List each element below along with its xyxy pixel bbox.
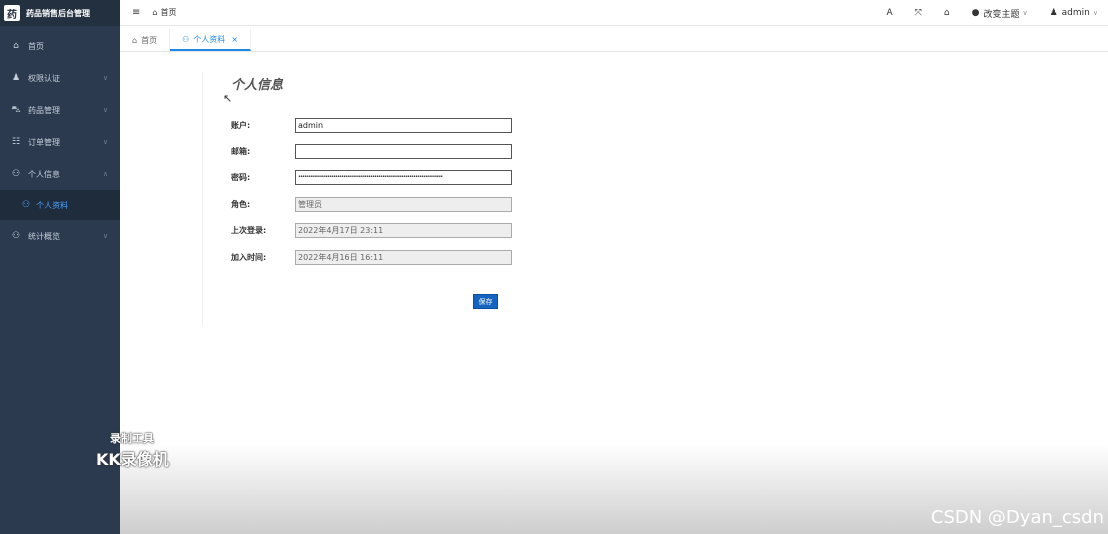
password-row: 密码: ••••••••••••••••••••••••••••••••••••… bbox=[231, 169, 531, 185]
sidebar-subitem-profile[interactable]: ⚇ 个人资料 bbox=[0, 190, 120, 220]
join-time-field: 2022年4月16日 16:11 bbox=[295, 249, 512, 265]
font-size-icon[interactable]: A bbox=[887, 8, 893, 18]
last-login-row: 上次登录: 2022年4月17日 23:11 bbox=[231, 222, 531, 238]
sidebar-item-label: 个人信息 bbox=[28, 169, 60, 179]
account-input[interactable]: admin bbox=[295, 117, 512, 133]
tab-home[interactable]: ⌂ 首页 bbox=[120, 29, 171, 51]
user-name: admin bbox=[1061, 8, 1090, 18]
recorder-watermark-line2: KK录像机 bbox=[96, 450, 169, 469]
users-icon: ⚇ bbox=[11, 169, 21, 179]
sidebar-item-personal[interactable]: ⚇ 个人信息 ∧ bbox=[0, 158, 120, 190]
sidebar-item-orders[interactable]: ☷ 订单管理 ∨ bbox=[0, 126, 120, 158]
password-input[interactable]: ••••••••••••••••••••••••••••••••••••••••… bbox=[295, 169, 512, 185]
tab-profile[interactable]: ⚇ 个人资料 × bbox=[170, 29, 251, 51]
menu-toggle-icon[interactable]: ≡ bbox=[132, 7, 140, 18]
sidebar-item-label: 订单管理 bbox=[28, 137, 60, 147]
logo-icon: 药 bbox=[4, 5, 20, 21]
chevron-down-icon: ∨ bbox=[102, 232, 108, 240]
join-time-row: 加入时间: 2022年4月16日 16:11 bbox=[231, 249, 531, 265]
logo: 药 药品销售后台管理 bbox=[0, 0, 120, 26]
theme-button[interactable]: ● 改变主题 ∨ bbox=[972, 7, 1028, 20]
user-icon: ♟ bbox=[1049, 8, 1058, 18]
page-title: 个人信息 bbox=[231, 78, 284, 93]
sidebar-item-label: 权限认证 bbox=[28, 73, 60, 83]
chevron-down-icon: ∨ bbox=[102, 74, 108, 82]
home-icon[interactable]: ⌂ bbox=[944, 8, 950, 18]
table-icon: ☷ bbox=[11, 137, 21, 147]
chevron-down-icon: ∨ bbox=[102, 138, 108, 146]
last-login-field: 2022年4月17日 23:11 bbox=[295, 222, 512, 238]
tab-label: 个人资料 bbox=[193, 34, 226, 44]
last-login-label: 上次登录: bbox=[231, 225, 267, 235]
breadcrumb-label: 首页 bbox=[160, 8, 177, 17]
fullscreen-icon[interactable]: ⤧ bbox=[915, 8, 922, 18]
theme-label: 改变主题 bbox=[983, 9, 1020, 20]
email-label: 邮箱: bbox=[231, 146, 251, 156]
profile-form: 个人信息 ↖ 账户: admin 邮箱: 密码: •••••••••••••••… bbox=[202, 72, 532, 325]
palette-icon: ● bbox=[971, 8, 980, 18]
chevron-down-icon: ∨ bbox=[1022, 9, 1028, 17]
join-time-label: 加入时间: bbox=[231, 252, 267, 262]
home-icon: ⌂ bbox=[132, 35, 138, 45]
save-button[interactable]: 保存 bbox=[473, 294, 498, 309]
sidebar-item-auth[interactable]: ♟ 权限认证 ∨ bbox=[0, 62, 120, 94]
app-title: 药品销售后台管理 bbox=[26, 8, 90, 18]
car-icon: ⛍ bbox=[11, 104, 21, 115]
role-row: 角色: 管理员 bbox=[231, 196, 531, 212]
role-label: 角色: bbox=[231, 199, 251, 209]
sidebar-item-drugs[interactable]: ⛍ 药品管理 ∨ bbox=[0, 94, 120, 126]
home-icon: ⌂ bbox=[13, 41, 19, 51]
sidebar-item-stats[interactable]: ⚇ 统计概览 ∨ bbox=[0, 220, 120, 252]
sidebar-item-label: 统计概览 bbox=[28, 231, 60, 241]
chevron-up-icon: ∧ bbox=[102, 170, 108, 178]
users-icon: ⚇ bbox=[182, 34, 190, 44]
account-label: 账户: bbox=[231, 120, 251, 130]
home-icon: ⌂ bbox=[152, 8, 158, 17]
close-icon[interactable]: × bbox=[231, 35, 238, 44]
role-field: 管理员 bbox=[295, 196, 512, 212]
mouse-cursor-icon: ↖ bbox=[223, 92, 233, 105]
user-menu-button[interactable]: ♟ admin ∨ bbox=[1050, 8, 1098, 18]
user-key-icon: ♟ bbox=[11, 73, 21, 83]
chevron-down-icon: ∨ bbox=[1092, 9, 1098, 17]
breadcrumb[interactable]: ⌂ 首页 bbox=[152, 7, 176, 18]
chevron-down-icon: ∨ bbox=[102, 106, 108, 114]
sidebar-subitem-label: 个人资料 bbox=[36, 200, 69, 210]
account-row: 账户: admin bbox=[231, 117, 531, 133]
recorder-watermark-line1: 录制工具 bbox=[110, 432, 154, 445]
email-row: 邮箱: bbox=[231, 143, 531, 159]
top-header: ≡ ⌂ 首页 A ⤧ ⌂ ● 改变主题 ∨ ♟ admin ∨ bbox=[120, 0, 1108, 26]
sidebar-item-label: 药品管理 bbox=[28, 105, 60, 115]
header-actions: A ⤧ ⌂ ● 改变主题 ∨ ♟ admin ∨ bbox=[865, 0, 1099, 26]
sidebar-item-label: 首页 bbox=[28, 41, 44, 51]
users-icon: ⚇ bbox=[11, 231, 21, 241]
users-icon: ⚇ bbox=[22, 200, 31, 210]
password-label: 密码: bbox=[231, 172, 251, 182]
sidebar-item-home[interactable]: ⌂ 首页 bbox=[0, 30, 120, 62]
tab-bar: ⌂ 首页 ⚇ 个人资料 × bbox=[120, 29, 1108, 52]
tab-label: 首页 bbox=[141, 35, 158, 45]
email-input[interactable] bbox=[295, 143, 512, 159]
csdn-watermark: CSDN @Dyan_csdn bbox=[930, 507, 1104, 528]
